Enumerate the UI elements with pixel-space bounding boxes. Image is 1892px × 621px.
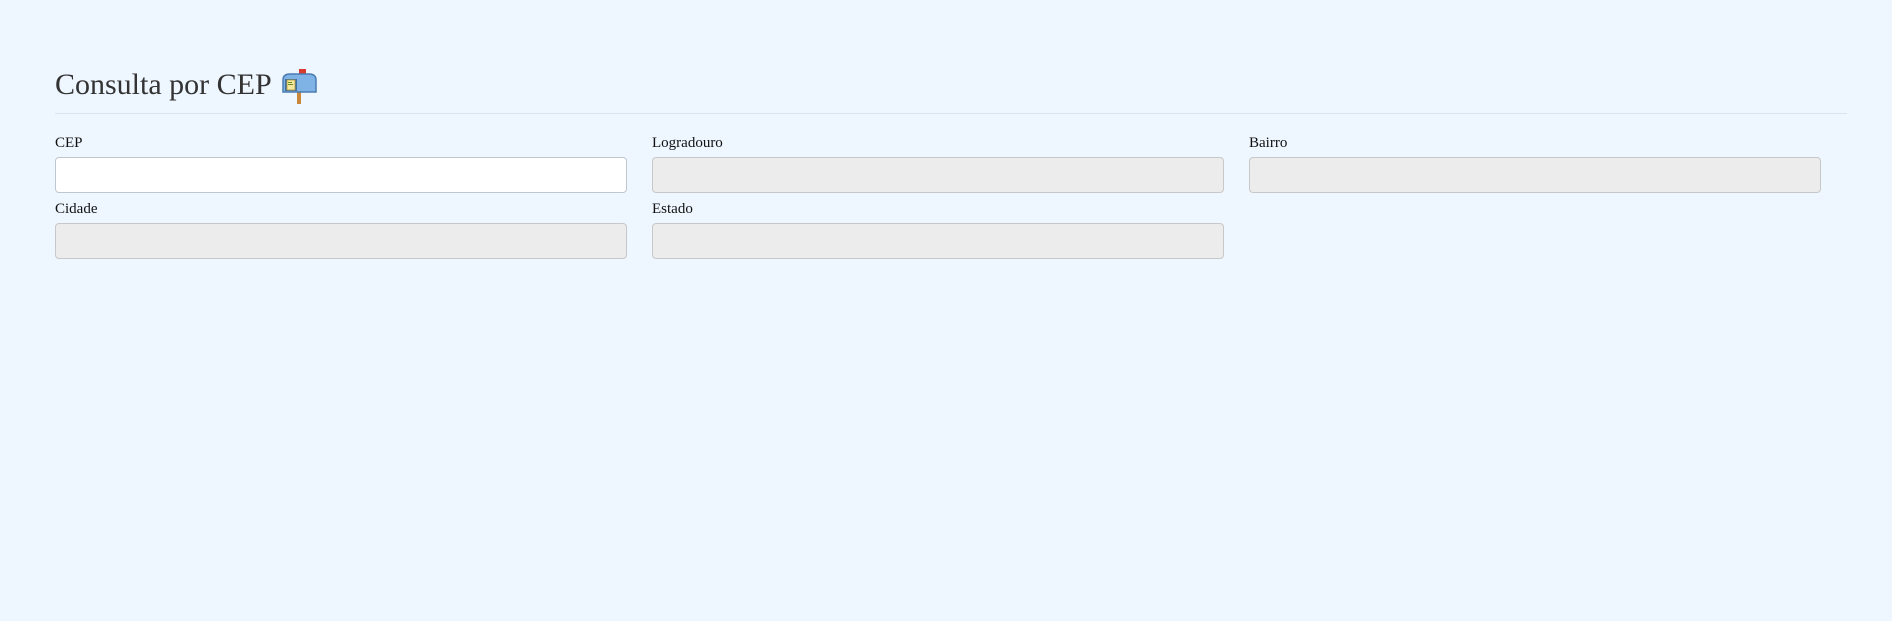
estado-label: Estado — [652, 201, 693, 217]
header-divider — [55, 113, 1847, 114]
cidade-input — [55, 223, 627, 259]
page-title: Consulta por CEP — [55, 68, 272, 101]
mailbox-icon — [279, 66, 319, 106]
bairro-input — [1249, 157, 1821, 193]
bairro-field-group: Bairro — [1249, 135, 1821, 193]
cidade-label: Cidade — [55, 201, 98, 217]
cep-field-group: CEP — [55, 135, 627, 193]
estado-field-group: Estado — [652, 201, 1224, 259]
logradouro-input — [652, 157, 1224, 193]
logradouro-field-group: Logradouro — [652, 135, 1224, 193]
cep-input[interactable] — [55, 157, 627, 193]
cep-label: CEP — [55, 135, 83, 151]
estado-input — [652, 223, 1224, 259]
logradouro-label: Logradouro — [652, 135, 723, 151]
cidade-field-group: Cidade — [55, 201, 627, 259]
bairro-label: Bairro — [1249, 135, 1288, 151]
page-header: Consulta por CEP — [55, 60, 319, 104]
